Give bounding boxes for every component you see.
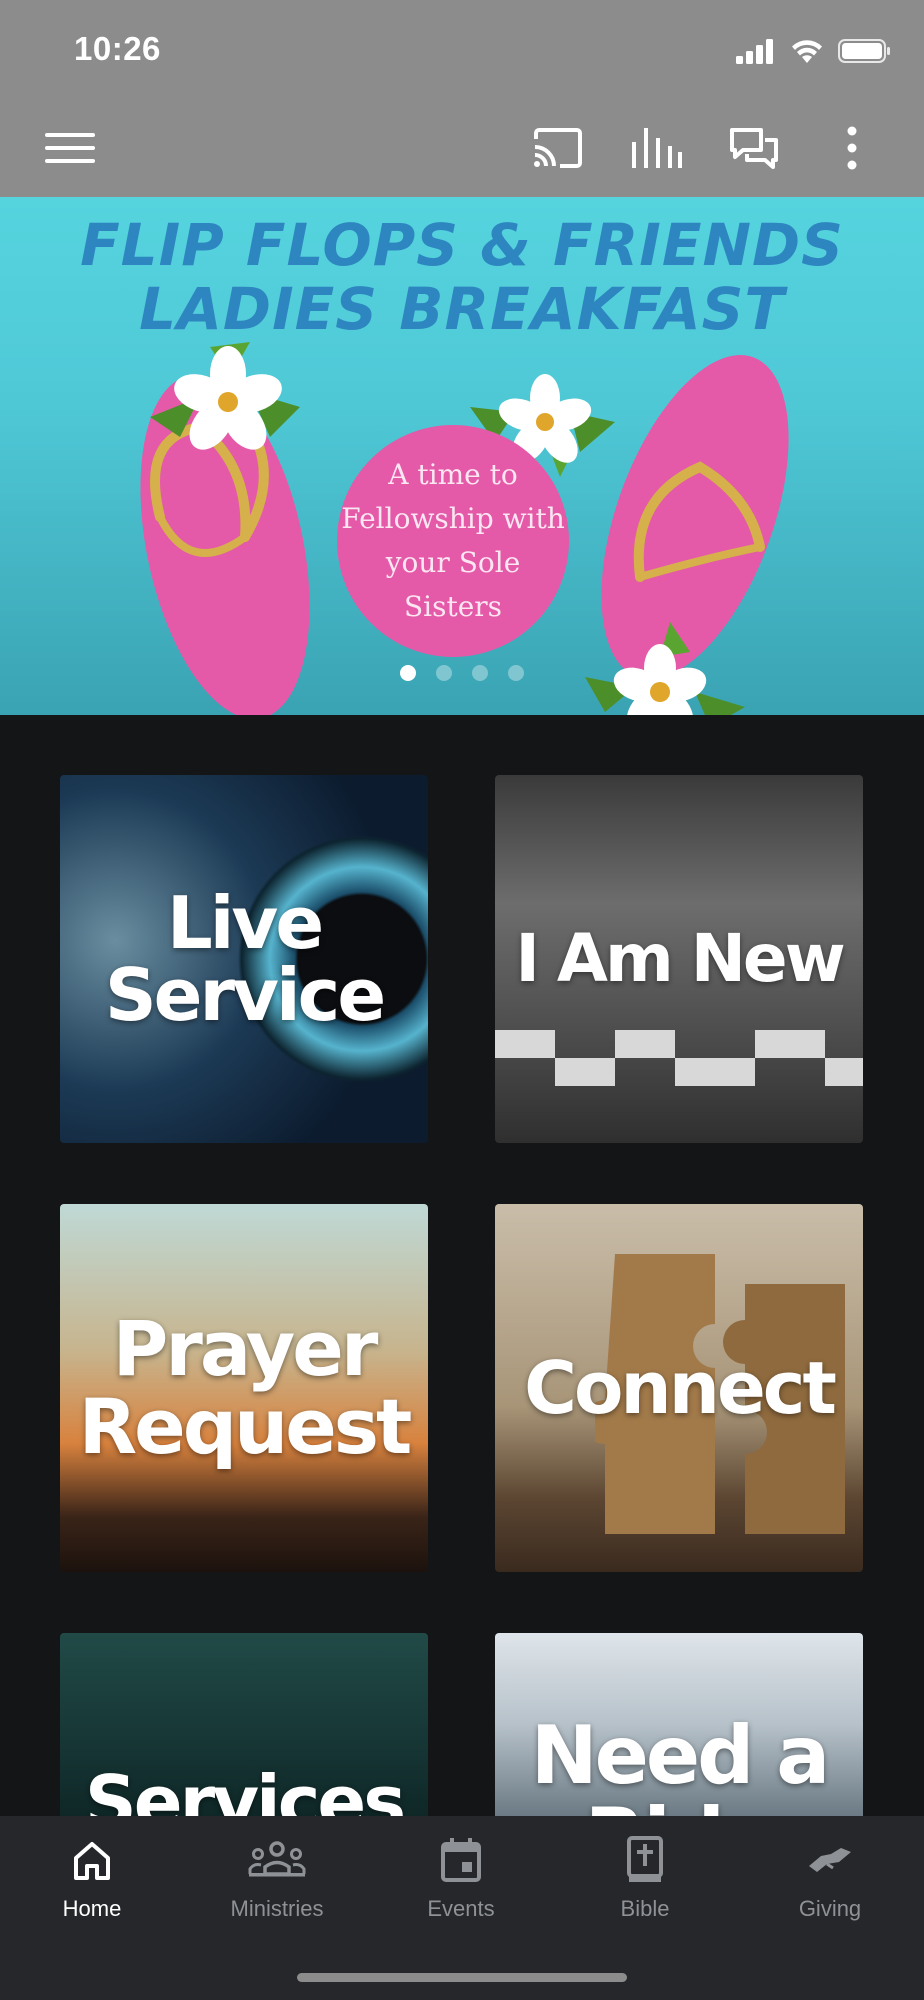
more-vert-icon[interactable] <box>832 122 872 174</box>
carousel-indicator <box>0 665 924 681</box>
tab-label: Home <box>62 1896 122 1921</box>
tab-events[interactable]: Events <box>369 1816 553 1936</box>
tile-connect[interactable]: Connect <box>495 1204 863 1572</box>
tile-label: I Am New <box>515 920 845 997</box>
signal-icon <box>736 39 773 64</box>
tile-i-am-new[interactable]: I Am New <box>495 775 863 1143</box>
tile-label: Prayer Request <box>78 1304 413 1471</box>
wifi-icon <box>792 40 822 63</box>
tab-label: Events <box>427 1896 495 1921</box>
tile-live-service[interactable]: Live Service <box>60 775 428 1143</box>
tile-label: Need a Ride <box>530 1709 831 1817</box>
tile-prayer-request[interactable]: Prayer Request <box>60 1204 428 1572</box>
banner-title-line2: LADIES BREAKFAST <box>139 275 785 343</box>
carousel-dot-4[interactable] <box>508 665 524 681</box>
bible-icon <box>627 1836 663 1882</box>
tile-label: Live Service <box>104 881 386 1037</box>
status-time: 10:26 <box>74 30 161 67</box>
tab-label: Ministries <box>230 1896 324 1921</box>
chat-icon[interactable] <box>724 122 784 174</box>
status-bar: 10:26 <box>0 0 924 100</box>
flower-icon <box>150 342 300 450</box>
tab-label: Bible <box>620 1896 670 1921</box>
tab-label: Giving <box>798 1896 862 1921</box>
calendar-icon <box>441 1838 481 1882</box>
hamburger-menu-icon[interactable] <box>30 122 110 174</box>
tab-bible[interactable]: Bible <box>553 1816 737 1936</box>
handshake-icon <box>809 1848 851 1872</box>
people-icon <box>248 1841 306 1877</box>
tile-label: Services <box>84 1760 406 1816</box>
cast-icon[interactable] <box>528 122 588 174</box>
home-icon <box>74 1842 110 1880</box>
carousel-dot-2[interactable] <box>436 665 452 681</box>
tile-label: Connect <box>524 1346 837 1430</box>
status-icons <box>736 36 892 66</box>
equalizer-icon[interactable] <box>626 122 686 174</box>
carousel-dot-3[interactable] <box>472 665 488 681</box>
bottom-tab-bar: Home Ministries Events Bible Giving <box>0 1816 924 2000</box>
tab-home[interactable]: Home <box>0 1816 184 1936</box>
tab-giving[interactable]: Giving <box>738 1816 922 1936</box>
banner-title-line1: FLIP FLOPS & FRIENDS <box>80 211 844 279</box>
battery-icon <box>838 39 890 63</box>
tile-services[interactable]: Services <box>60 1633 428 1816</box>
carousel-dot-1[interactable] <box>400 665 416 681</box>
home-indicator <box>297 1973 627 1982</box>
checkered-line-illustration <box>495 1030 863 1086</box>
app-bar <box>0 100 924 197</box>
event-banner[interactable]: FLIP FLOPS & FRIENDS LADIES BREAKFAST A … <box>0 197 924 715</box>
tile-need-a-ride[interactable]: Need a Ride <box>495 1633 863 1816</box>
tab-ministries[interactable]: Ministries <box>185 1816 369 1936</box>
banner-circle-text: A time to Fellowship with your Sole Sist… <box>337 425 569 657</box>
